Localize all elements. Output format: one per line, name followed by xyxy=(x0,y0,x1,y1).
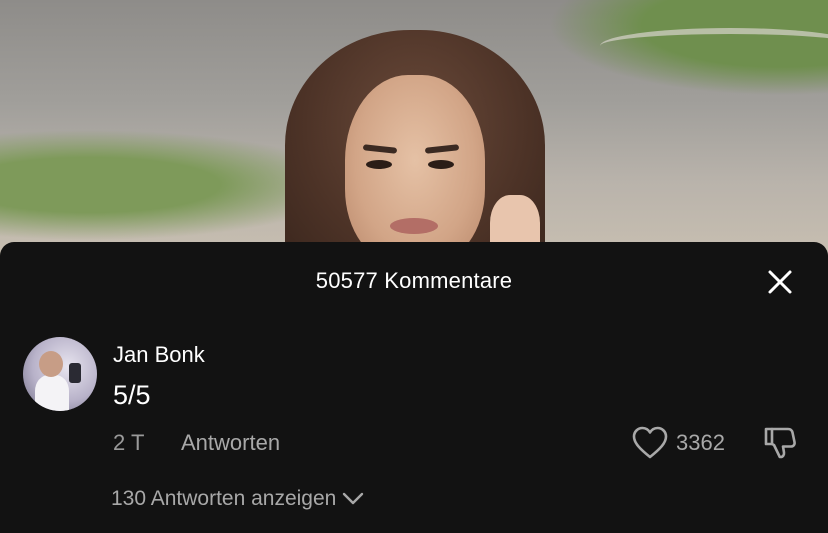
like-count: 3362 xyxy=(676,430,725,455)
comment-text: 5/5 xyxy=(113,380,151,410)
comments-sheet: 50577 Kommentare Jan Bonk 5/5 2 T Antwor… xyxy=(0,242,828,533)
thumbs-down-icon xyxy=(764,427,796,459)
reply-button[interactable]: Antworten xyxy=(181,430,280,456)
video-background[interactable] xyxy=(0,0,828,270)
close-button[interactable] xyxy=(764,266,796,298)
like-button[interactable] xyxy=(632,426,668,460)
screen: 50577 Kommentare Jan Bonk 5/5 2 T Antwor… xyxy=(0,0,828,533)
comment-timestamp: 2 T xyxy=(113,430,145,455)
close-icon xyxy=(768,270,792,294)
avatar[interactable] xyxy=(23,337,97,411)
view-replies-button[interactable]: 130 Antworten anzeigen xyxy=(111,487,364,511)
comments-count-title: 50577 Kommentare xyxy=(315,268,513,293)
comment-username[interactable]: Jan Bonk xyxy=(113,342,205,368)
view-replies-label: 130 Antworten anzeigen xyxy=(111,487,337,510)
chevron-down-icon xyxy=(343,492,364,505)
heart-outline-icon xyxy=(632,426,668,459)
dislike-button[interactable] xyxy=(762,424,798,460)
